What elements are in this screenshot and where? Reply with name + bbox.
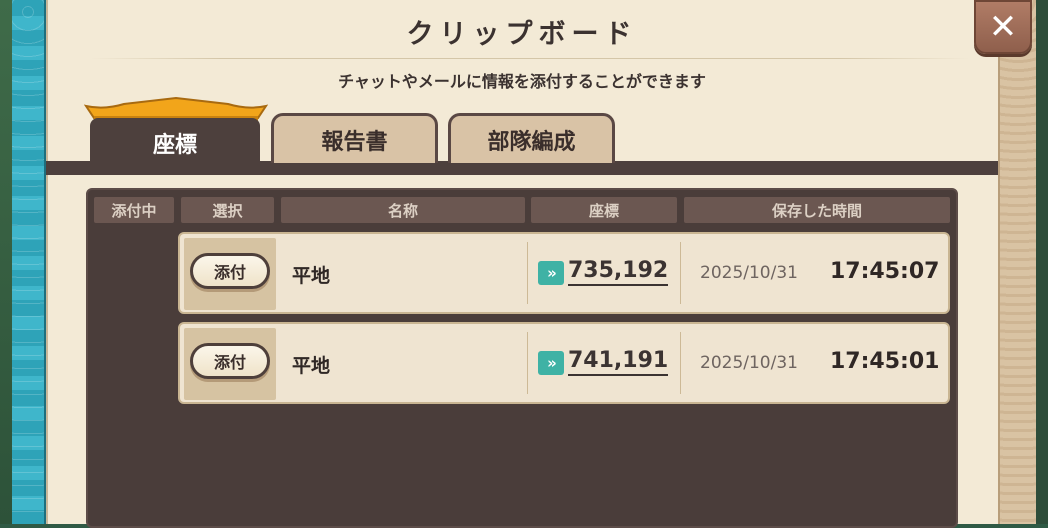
close-button[interactable]: ✕	[974, 0, 1032, 54]
tab-reports[interactable]: 報告書	[271, 113, 438, 163]
decorative-side-strip	[12, 0, 46, 524]
title-divider	[90, 58, 970, 59]
table-row: 添付 平地 » 741,191 2025/10/31 17:45:01	[178, 322, 950, 404]
column-separator	[527, 242, 528, 304]
decorative-right-edge	[998, 0, 1036, 524]
tab-formations[interactable]: 部隊編成	[448, 113, 615, 163]
tab-coordinates[interactable]: 座標	[90, 118, 260, 168]
location-name: 平地	[292, 265, 331, 287]
double-chevron-right-icon[interactable]: »	[538, 261, 564, 285]
header-coords: 座標	[531, 197, 677, 223]
saved-time: 17:45:01	[830, 349, 940, 374]
coordinates-link[interactable]: 735,192	[568, 258, 669, 286]
column-separator	[680, 332, 681, 394]
window-subtitle: チャットやメールに情報を添付することができます	[338, 72, 706, 91]
double-chevron-right-icon[interactable]: »	[538, 351, 564, 375]
saved-date: 2025/10/31	[700, 353, 798, 373]
header-name: 名称	[281, 197, 525, 223]
header-attached: 添付中	[94, 197, 174, 223]
background-right	[1036, 0, 1048, 524]
coordinates-link[interactable]: 741,191	[568, 348, 669, 376]
column-separator	[527, 332, 528, 394]
window-title: クリップボード	[406, 19, 638, 50]
attach-button[interactable]: 添付	[190, 343, 270, 379]
attach-button[interactable]: 添付	[190, 253, 270, 289]
location-name: 平地	[292, 355, 331, 377]
column-separator	[680, 242, 681, 304]
saved-time: 17:45:07	[830, 259, 940, 284]
header-select: 選択	[181, 197, 274, 223]
saved-date: 2025/10/31	[700, 263, 798, 283]
close-icon: ✕	[988, 7, 1018, 47]
table-row: 添付 平地 » 735,192 2025/10/31 17:45:07	[178, 232, 950, 314]
header-saved-time: 保存した時間	[684, 197, 950, 223]
